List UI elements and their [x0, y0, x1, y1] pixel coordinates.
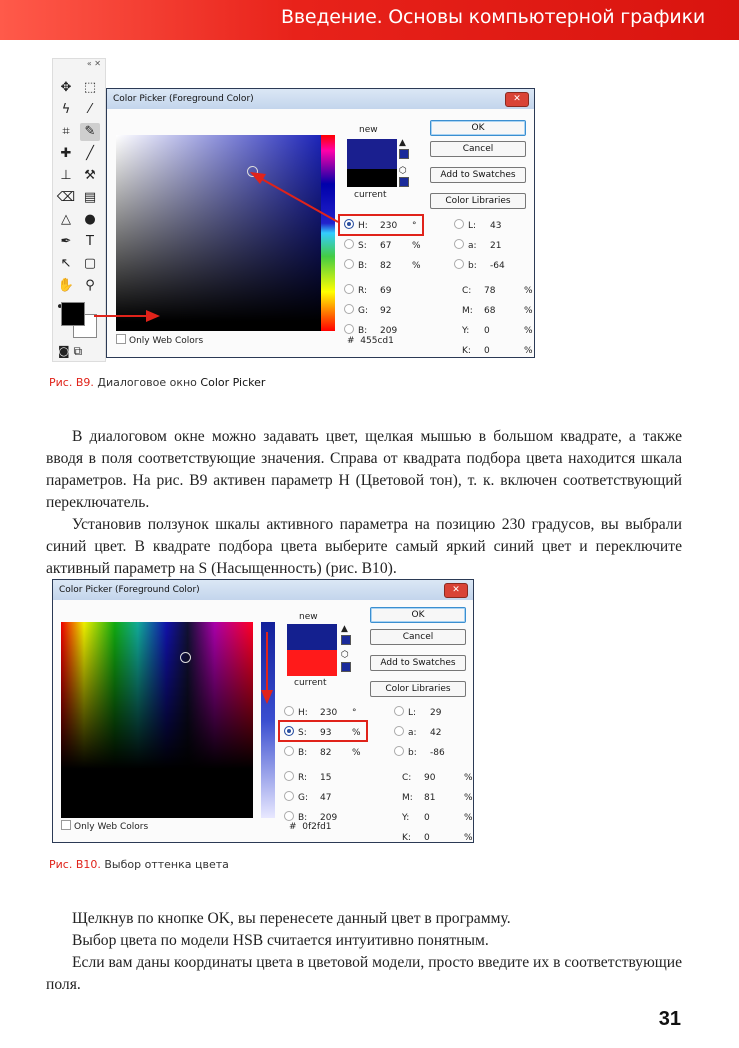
- field-value[interactable]: -86: [430, 746, 445, 760]
- field-unit: %: [352, 748, 361, 758]
- field-value[interactable]: 0: [424, 831, 430, 845]
- arrow-head-slider: [261, 690, 273, 704]
- field-y[interactable]: Y: 0%: [402, 811, 482, 825]
- radio-button[interactable]: [284, 791, 294, 801]
- radio-button[interactable]: [394, 746, 404, 756]
- field-unit: %: [464, 773, 473, 783]
- field-label: M:: [402, 793, 413, 803]
- field-label: G:: [298, 793, 309, 803]
- only-web-colors-checkbox[interactable]: Only Web Colors: [61, 820, 148, 834]
- field-value[interactable]: 47: [320, 791, 331, 805]
- foreground-color-swatch[interactable]: [61, 302, 85, 326]
- paragraph: Если вам даны координаты цвета в цветово…: [46, 954, 682, 993]
- field-r[interactable]: R: 15: [284, 771, 364, 785]
- field-unit: %: [464, 813, 473, 823]
- field-bv[interactable]: B: 82%: [284, 746, 364, 760]
- field-m[interactable]: M: 81%: [402, 791, 482, 805]
- field-b[interactable]: b: -86: [394, 746, 474, 760]
- field-value[interactable]: 15: [320, 771, 331, 785]
- paragraph: Щелкнув по кнопке OK, вы перенесете данн…: [72, 910, 511, 927]
- field-label: b:: [408, 748, 417, 758]
- field-k[interactable]: K: 0%: [402, 831, 482, 845]
- page-number: 31: [658, 1008, 681, 1030]
- field-g[interactable]: G: 47: [284, 791, 364, 805]
- field-value[interactable]: 82: [320, 746, 331, 760]
- field-value[interactable]: 81: [424, 791, 435, 805]
- field-label: R:: [298, 773, 308, 783]
- hex-field[interactable]: # 0f2fd1: [289, 820, 332, 834]
- field-c[interactable]: C: 90%: [402, 771, 482, 785]
- paragraph: Выбор цвета по модели HSB считается инту…: [72, 932, 489, 949]
- radio-button[interactable]: [284, 771, 294, 781]
- field-label: B:: [298, 748, 308, 758]
- checkbox-icon[interactable]: [61, 820, 71, 830]
- body-text-2: Щелкнув по кнопке OK, вы перенесете данн…: [46, 908, 682, 996]
- field-label: K:: [402, 833, 411, 843]
- field-unit: %: [464, 793, 473, 803]
- annotation-arrow-b10: [261, 632, 273, 704]
- figure-caption-b10: Рис. B10. Выбор оттенка цвета: [49, 858, 229, 871]
- radio-button[interactable]: [284, 746, 294, 756]
- field-label: Y:: [402, 813, 410, 823]
- field-unit: %: [464, 833, 473, 843]
- hex-value[interactable]: 0f2fd1: [302, 822, 331, 832]
- field-value[interactable]: 90: [424, 771, 435, 785]
- field-label: C:: [402, 773, 412, 783]
- field-value[interactable]: 0: [424, 811, 430, 825]
